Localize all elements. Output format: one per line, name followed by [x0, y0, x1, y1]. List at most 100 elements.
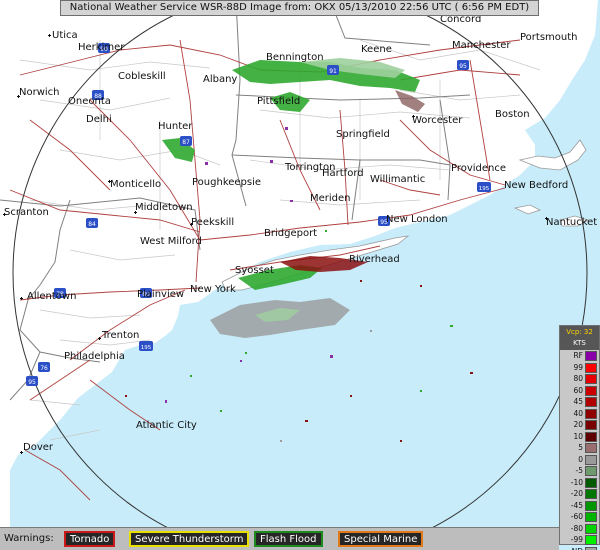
city-label: New York: [190, 284, 236, 295]
city-label: Syosset: [235, 265, 274, 276]
legend-scale: RF 99 80 60 45 40 20 10 5 0 -5 -10 -20 -45 -60 -80 -99 ND: [560, 350, 599, 550]
interstate-shield-label: 91: [329, 68, 337, 75]
legend-value: ND: [572, 546, 583, 550]
warnings-label: Warnings:: [4, 533, 54, 544]
city-label: Albany: [203, 74, 237, 85]
legend-swatch: [585, 397, 597, 407]
legend-value: 20: [573, 420, 583, 429]
city-label: Utica: [52, 30, 78, 41]
legend-swatch: [585, 512, 597, 522]
legend-row: 0: [560, 454, 599, 466]
legend-swatch: [585, 477, 597, 488]
city-label: Poughkeepsie: [192, 177, 261, 188]
legend-value: -80: [570, 523, 583, 533]
warning-severe-thunderstorm-button[interactable]: Severe Thunderstorm: [129, 531, 250, 547]
legend-value: -60: [570, 512, 583, 521]
legend-value: 40: [573, 408, 583, 418]
legend-swatch: [585, 385, 597, 396]
interstate-shield-87: 87: [180, 136, 192, 146]
interstate-shield-91: 91: [327, 65, 339, 75]
legend-row: ND: [560, 546, 599, 550]
warning-label: Flash Flood: [260, 534, 317, 545]
legend-row: 20: [560, 419, 599, 431]
city-label: Cobleskill: [118, 71, 166, 82]
legend-row: -99: [560, 534, 599, 546]
legend-swatch: [585, 535, 597, 545]
city-label: Boston: [495, 109, 530, 120]
legend-swatch: [585, 489, 597, 499]
warnings-bar: Warnings: Tornado Severe Thunderstorm Fl…: [0, 527, 559, 550]
city-label: Monticello: [110, 179, 161, 190]
city-label: Atlantic City: [136, 420, 197, 431]
radar-map: 90 88 87 91 84 95 95 80 78 76 95 195 195…: [0, 0, 600, 550]
city-label: Oneonta: [68, 96, 111, 107]
city-label: West Milford: [140, 236, 202, 247]
legend-value: -5: [575, 466, 583, 475]
legend-value: 0: [578, 454, 583, 464]
legend-row: -20: [560, 488, 599, 500]
city-label: Herkimer: [78, 42, 125, 53]
legend-swatch: [585, 546, 597, 550]
city-label: Meriden: [310, 193, 351, 204]
interstate-shield-76: 76: [38, 362, 50, 372]
city-label: New London: [386, 214, 448, 225]
warning-label: Severe Thunderstorm: [135, 534, 244, 545]
radar-viewer: 90 88 87 91 84 95 95 80 78 76 95 195 195…: [0, 0, 600, 550]
legend-row: -80: [560, 523, 599, 535]
legend-swatch: [585, 523, 597, 534]
interstate-shield-84: 84: [86, 218, 98, 228]
units-label: KTS: [573, 339, 586, 347]
city-label: Worcester: [412, 115, 463, 126]
image-title: National Weather Service WSR-88D Image f…: [69, 2, 530, 13]
legend-row: 40: [560, 408, 599, 420]
interstate-shield-95-nj: 95: [26, 376, 38, 386]
city-label: Philadelphia: [64, 351, 125, 362]
legend-value: 80: [573, 374, 583, 383]
legend-value: 99: [573, 362, 583, 372]
legend-row: -60: [560, 511, 599, 523]
city-label: Middletown: [135, 202, 193, 213]
city-label: Dover: [23, 442, 54, 453]
city-label: Plainview: [137, 289, 184, 300]
interstate-shield-label: 84: [88, 221, 96, 228]
city-label: Scranton: [4, 207, 49, 218]
interstate-shield-195-nj: 195: [139, 341, 153, 351]
interstate-shield-95-ne: 95: [457, 60, 469, 70]
legend-header: Vcp: 32 KTS: [560, 326, 599, 350]
legend-row: 99: [560, 362, 599, 374]
legend-swatch: [585, 500, 597, 511]
legend-row: 5: [560, 442, 599, 454]
city-label: Portsmouth: [520, 32, 578, 43]
city-label: Manchester: [452, 40, 511, 51]
warning-tornado-button[interactable]: Tornado: [64, 531, 116, 547]
interstate-shield-195-ma: 195: [477, 182, 491, 192]
city-label: Keene: [361, 44, 392, 55]
interstate-shield-label: 195: [479, 186, 490, 192]
interstate-shield-label: 195: [141, 345, 152, 351]
legend-value: 10: [573, 431, 583, 441]
legend-row: -45: [560, 500, 599, 512]
warning-label: Special Marine: [344, 534, 418, 545]
legend-row: 10: [560, 431, 599, 443]
city-label: Providence: [451, 163, 506, 174]
legend-value: 5: [578, 443, 583, 452]
legend-swatch: [585, 431, 597, 442]
legend-row: 80: [560, 373, 599, 385]
legend-value: -10: [570, 477, 583, 487]
legend-row: -10: [560, 477, 599, 489]
city-label: Bennington: [266, 52, 324, 63]
interstate-shield-label: 76: [40, 365, 48, 372]
legend-row: 45: [560, 396, 599, 408]
velocity-legend: Vcp: 32 KTS RF 99 80 60 45 40 20 10 5 0 -5 -10 -20 -4…: [559, 325, 600, 550]
warning-label: Tornado: [70, 534, 110, 545]
city-label: New Bedford: [504, 180, 568, 191]
warning-flash-flood-button[interactable]: Flash Flood: [254, 531, 323, 547]
legend-swatch: [585, 466, 597, 476]
vcp-label: Vcp: 32: [566, 328, 593, 336]
city-label: Peekskill: [191, 217, 234, 228]
legend-swatch: [585, 351, 597, 361]
warning-special-marine-button[interactable]: Special Marine: [338, 531, 424, 547]
city-label: Riverhead: [349, 254, 400, 265]
city-label: Pittsfield: [257, 96, 300, 107]
city-label: Norwich: [19, 87, 60, 98]
